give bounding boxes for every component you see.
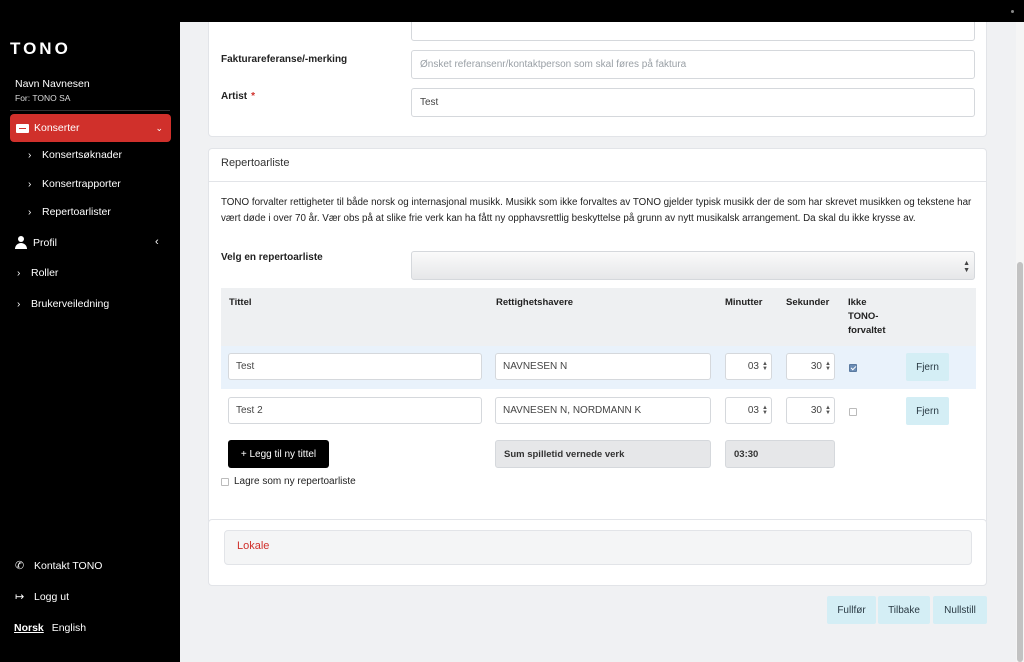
sidebar-item-roller[interactable]: › Roller <box>17 267 58 279</box>
chevron-right-icon: › <box>17 298 21 310</box>
lang-english[interactable]: English <box>52 622 86 634</box>
logout-link[interactable]: ↦ Logg ut <box>15 590 70 604</box>
spinner-icon[interactable]: ▲ ▼ <box>762 405 768 416</box>
sidebar-item-profil[interactable]: Profil <box>15 236 57 249</box>
col-not-tono-line: TONO- <box>848 311 879 322</box>
chevron-right-icon: › <box>17 267 21 279</box>
reset-button[interactable]: Nullstill <box>933 596 987 624</box>
sidebar-item-konsertrapporter[interactable]: › Konsertrapporter <box>28 178 121 190</box>
scrollbar-thumb[interactable] <box>1017 262 1023 662</box>
sidebar-divider <box>10 110 170 111</box>
language-switcher: Norsk English <box>14 622 86 634</box>
table-row: Test NAVNESEN N 03 ▲ ▼ 30 ▲ ▼ Fjern <box>221 346 976 389</box>
seconds-input[interactable]: 30 ▲ ▼ <box>786 353 835 380</box>
minutes-input[interactable]: 03 ▲ ▼ <box>725 353 772 380</box>
rights-input[interactable]: NAVNESEN N, NORDMANN K <box>495 397 711 424</box>
col-title: Tittel <box>229 297 252 308</box>
faktura-label: Fakturareferanse/-merking <box>221 54 348 65</box>
col-not-tono-line: Ikke <box>848 297 867 308</box>
phone-list-icon: ✆ <box>15 560 25 572</box>
sidebar-item-label: Repertoarlister <box>42 206 111 218</box>
logout-label: Logg ut <box>34 590 70 603</box>
lokale-card: Lokale <box>208 519 987 586</box>
artist-label-text: Artist <box>221 91 248 102</box>
save-as-new-list[interactable]: Lagre som ny repertoarliste <box>221 476 356 487</box>
logout-icon: ↦ <box>15 591 25 603</box>
sum-value: 03:30 <box>725 440 835 468</box>
col-minutes: Minutter <box>725 297 763 308</box>
add-title-button[interactable]: + Legg til ny tittel <box>228 440 329 468</box>
contact-label: Kontakt TONO <box>34 559 103 572</box>
person-icon <box>15 236 27 249</box>
col-not-tono-line: forvaltet <box>848 325 886 336</box>
user-name: Navn Navnesen <box>15 78 90 90</box>
ticket-icon <box>16 123 29 133</box>
spinner-icon[interactable]: ▲ ▼ <box>825 361 831 372</box>
remove-button[interactable]: Fjern <box>906 397 949 425</box>
seconds-input[interactable]: 30 ▲ ▼ <box>786 397 835 424</box>
window-dot <box>1011 10 1014 13</box>
sidebar-item-label: Profil <box>33 236 57 249</box>
sidebar-item-brukerveiledning[interactable]: › Brukerveiledning <box>17 298 109 310</box>
sidebar-item-label: Konserter <box>34 122 80 134</box>
repertoar-intro-text: TONO forvalter rettigheter til både nors… <box>221 197 972 224</box>
minutes-value: 03 <box>747 405 759 416</box>
main-content: Fakturareferanse/-merking Ønsket referan… <box>180 22 1016 662</box>
minutes-value: 03 <box>747 361 759 372</box>
finish-button[interactable]: Fullfør <box>827 596 876 624</box>
chevron-right-icon: › <box>28 206 32 218</box>
back-button[interactable]: Tilbake <box>878 596 930 624</box>
title-input[interactable]: Test <box>228 353 482 380</box>
contact-tono-link[interactable]: ✆ Kontakt TONO <box>15 559 103 573</box>
chevron-right-icon: › <box>28 149 32 161</box>
repertoar-select[interactable]: ▲ ▼ <box>411 251 975 280</box>
spinner-icon[interactable]: ▲ ▼ <box>825 405 831 416</box>
save-as-new-label: Lagre som ny repertoarliste <box>234 476 356 487</box>
main-scrollbar[interactable] <box>1016 22 1024 662</box>
select-list-label: Velg en repertoarliste <box>221 252 323 263</box>
save-as-new-checkbox[interactable] <box>221 477 229 486</box>
rights-input[interactable]: NAVNESEN N <box>495 353 711 380</box>
sidebar-item-konsertsoknader[interactable]: › Konsertsøknader <box>28 149 122 161</box>
repertoar-header: Repertoarliste <box>209 149 986 182</box>
not-tono-checkbox[interactable] <box>849 364 857 372</box>
lokale-accordion[interactable]: Lokale <box>224 530 972 565</box>
title-input[interactable]: Test 2 <box>228 397 482 424</box>
window-top-bar <box>0 0 1024 22</box>
sidebar-item-repertoarlister[interactable]: › Repertoarlister <box>28 206 111 218</box>
minutes-input[interactable]: 03 ▲ ▼ <box>725 397 772 424</box>
sidebar: TONO Navn Navnesen For: TONO SA Konserte… <box>0 22 180 662</box>
sidebar-item-label: Konsertsøknader <box>42 149 122 161</box>
col-not-tono: Ikke TONO- forvaltet <box>848 296 885 338</box>
not-tono-checkbox[interactable] <box>849 408 857 416</box>
sidebar-item-label: Konsertrapporter <box>42 178 121 190</box>
seconds-value: 30 <box>810 405 822 416</box>
chevron-left-icon[interactable]: ‹ <box>155 236 159 248</box>
sidebar-item-label: Brukerveiledning <box>31 298 110 310</box>
col-rights: Rettighetshavere <box>496 297 574 308</box>
col-seconds: Sekunder <box>786 297 830 308</box>
artist-label: Artist * <box>221 91 255 102</box>
repertoar-table-header: Tittel Rettighetshavere Minutter Sekunde… <box>221 288 976 346</box>
repertoar-card: Repertoarliste TONO forvalter rettighete… <box>208 148 987 524</box>
sum-label: Sum spilletid vernede verk <box>495 440 711 468</box>
remove-button[interactable]: Fjern <box>906 353 949 381</box>
required-marker: * <box>251 91 256 102</box>
user-organization: For: TONO SA <box>15 93 71 103</box>
select-arrows-icon: ▲ ▼ <box>963 260 970 274</box>
lang-norsk[interactable]: Norsk <box>14 622 44 634</box>
chevron-right-icon: › <box>28 178 32 190</box>
concert-details-card: Fakturareferanse/-merking Ønsket referan… <box>208 22 987 137</box>
previous-field-input[interactable] <box>411 22 975 41</box>
tono-logo[interactable]: TONO <box>10 39 71 59</box>
artist-input[interactable]: Test <box>411 88 975 117</box>
faktura-input[interactable]: Ønsket referansenr/kontaktperson som ska… <box>411 50 975 79</box>
sidebar-item-konserter[interactable]: Konserter ⌄ <box>10 114 171 142</box>
spinner-icon[interactable]: ▲ ▼ <box>762 361 768 372</box>
chevron-down-icon: ⌄ <box>155 122 163 133</box>
sidebar-item-label: Roller <box>31 267 59 279</box>
seconds-value: 30 <box>810 361 822 372</box>
